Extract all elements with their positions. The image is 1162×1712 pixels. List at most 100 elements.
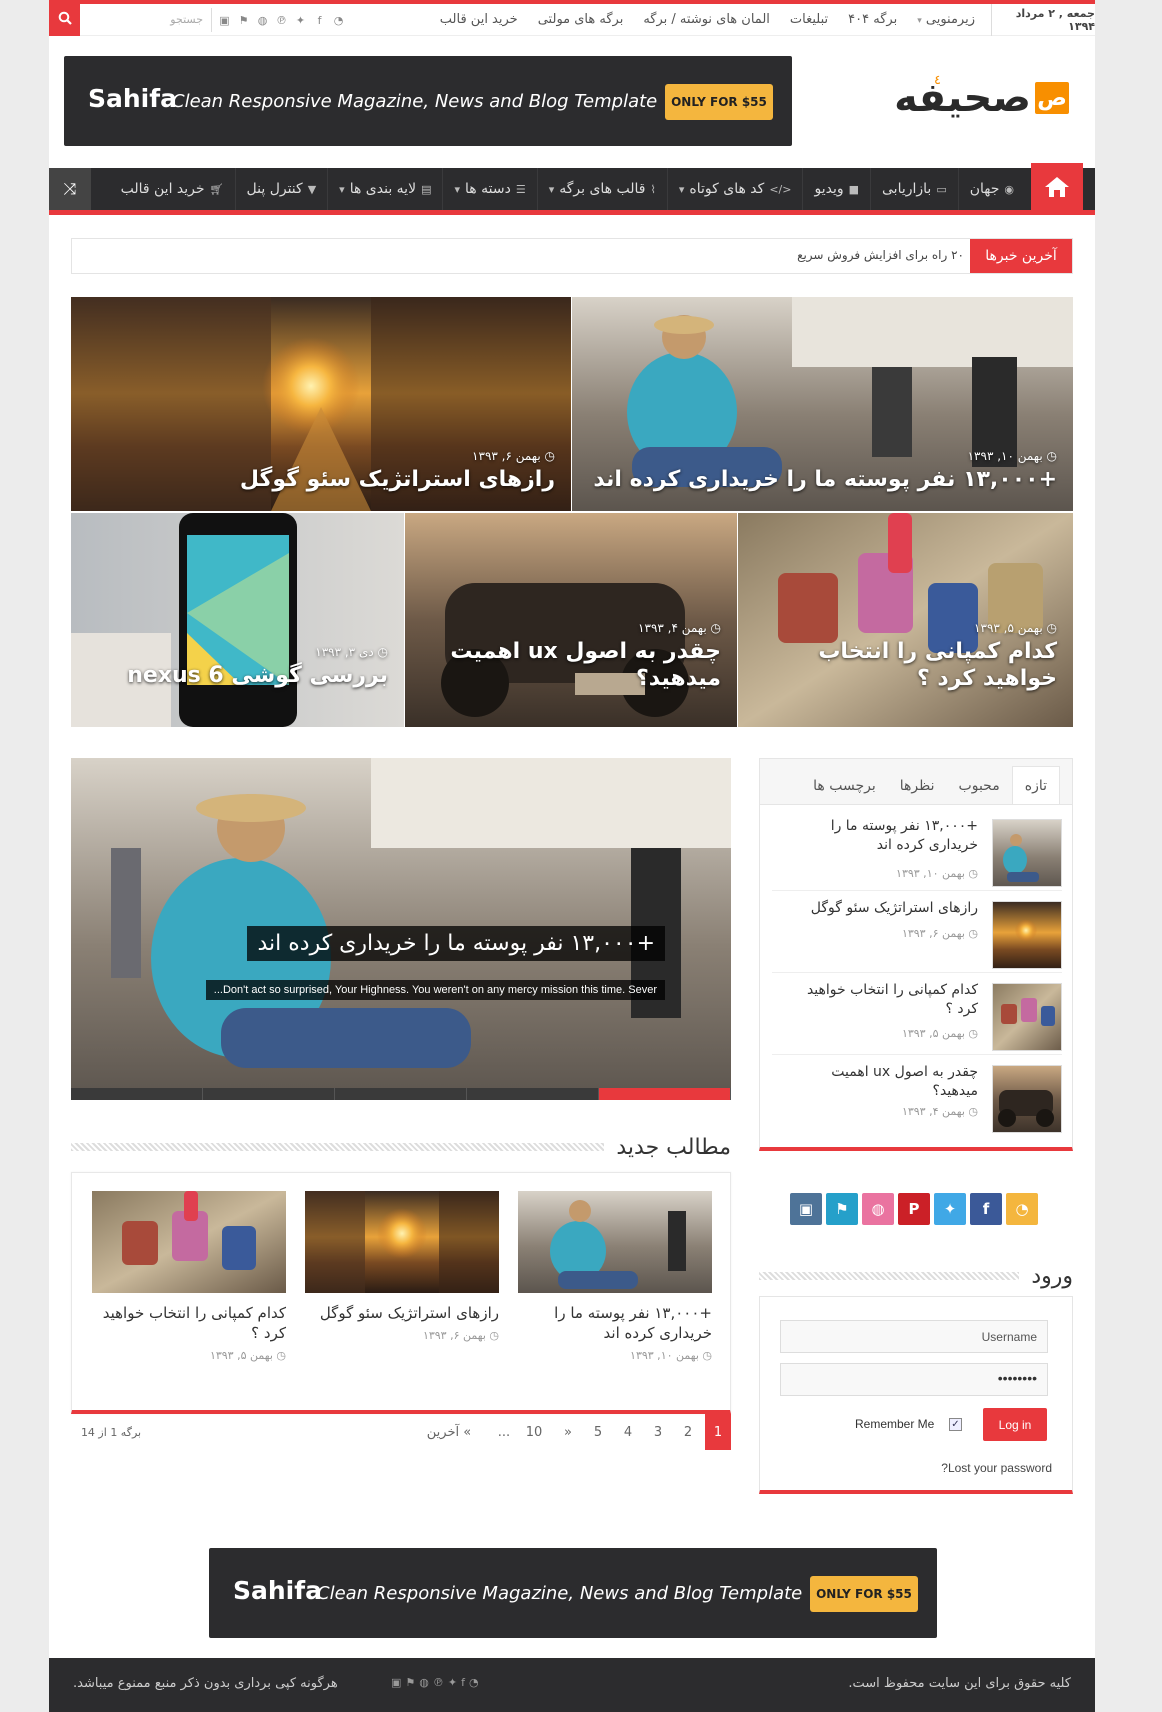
nav-item-marketing[interactable]: ▭ بازاریابی	[870, 168, 958, 210]
banner-buy-button[interactable]: ONLY FOR $55	[665, 84, 773, 120]
pinterest-icon[interactable]: ℗	[433, 1676, 444, 1689]
featured-post-2[interactable]: ◷ بهمن ۶, ۱۳۹۳ رازهای استراتژیک سئو گوگل	[71, 297, 571, 511]
foursquare-icon[interactable]: ⚑	[405, 1676, 415, 1689]
dribbble-icon[interactable]: ◍	[862, 1193, 894, 1225]
instagram-icon[interactable]: ▣	[217, 13, 232, 28]
top-menu-item[interactable]: زیرمنویی ▾	[917, 12, 975, 27]
featured-title[interactable]: +۱۳,۰۰۰ نفر پوسته ما را خریداری کرده اند	[593, 467, 1057, 492]
tab-popular[interactable]: محبوب	[947, 768, 1012, 804]
featured-post-1[interactable]: ◷ بهمن ۱۰, ۱۳۹۳ +۱۳,۰۰۰ نفر پوسته ما را …	[572, 297, 1073, 511]
foursquare-icon[interactable]: ⚑	[826, 1193, 858, 1225]
footer-ad-banner[interactable]: Sahifa Clean Responsive Magazine, News a…	[209, 1548, 937, 1638]
last-page-link[interactable]: آخرین «	[419, 1414, 479, 1450]
post-title[interactable]: +۱۳,۰۰۰ نفر پوسته ما را خریداری کرده اند	[518, 1303, 712, 1343]
home-button[interactable]	[1031, 163, 1083, 215]
nav-item-shortcodes[interactable]: </> کد های کوتاه ▾	[666, 168, 803, 210]
tab-tags[interactable]: برچسب ها	[801, 768, 888, 804]
featured-post-4[interactable]: ◷ بهمن ۴, ۱۳۹۳ چقدر به اصول ux اهمیت مید…	[405, 513, 737, 727]
page-link[interactable]: 10	[521, 1414, 547, 1450]
main-slider[interactable]: +۱۳,۰۰۰ نفر پوسته ما را خریداری کرده اند…	[71, 758, 731, 1100]
featured-post-5[interactable]: ◷ دی ۳, ۱۳۹۳ بررسی گوشی nexus 6	[71, 513, 404, 727]
search-button[interactable]	[49, 4, 80, 36]
post-thumbnail[interactable]	[992, 819, 1062, 887]
nav-item-world[interactable]: ◉ جهان	[957, 168, 1025, 210]
header-ad-banner[interactable]: Sahifa Clean Responsive Magazine, News a…	[64, 56, 792, 146]
rss-icon[interactable]: ◔	[1006, 1193, 1038, 1225]
page-link[interactable]: 2	[677, 1414, 699, 1450]
username-field[interactable]: Username	[780, 1320, 1048, 1353]
tab-recent[interactable]: تازه	[1011, 766, 1060, 804]
page-link[interactable]: 3	[647, 1414, 669, 1450]
slider-dot[interactable]	[71, 1088, 203, 1100]
sidebar-post[interactable]: کدام کمپانی را انتخاب خواهید کرد ؟ ◷ بهم…	[772, 975, 1062, 1055]
facebook-icon[interactable]: f	[461, 1676, 465, 1689]
login-button[interactable]: Log in	[983, 1408, 1047, 1441]
sidebar-post[interactable]: +۱۳,۰۰۰ نفر پوسته ما را خریداری کرده اند…	[772, 811, 1062, 891]
remember-checkbox[interactable]: ✓	[949, 1418, 962, 1431]
instagram-icon[interactable]: ▣	[790, 1193, 822, 1225]
random-post-button[interactable]: ⤨	[49, 168, 91, 210]
post-title[interactable]: رازهای استراتژیک سئو گوگل	[798, 899, 978, 918]
post-title[interactable]: چقدر به اصول ux اهمیت میدهید؟	[798, 1063, 978, 1101]
site-logo[interactable]: ص صحیفه ٤	[894, 73, 1069, 118]
twitter-icon[interactable]: ✦	[293, 13, 308, 28]
rss-icon[interactable]: ◔	[331, 13, 346, 28]
sidebar-post[interactable]: رازهای استراتژیک سئو گوگل ◷ بهمن ۶, ۱۳۹۳	[772, 893, 1062, 973]
pinterest-icon[interactable]: P	[898, 1193, 930, 1225]
slider-dot[interactable]	[203, 1088, 335, 1100]
top-menu-item[interactable]: المان های نوشته / برگه	[643, 12, 770, 27]
post-thumbnail[interactable]	[992, 901, 1062, 969]
next-page-link[interactable]: »	[557, 1414, 579, 1450]
recent-post[interactable]: +۱۳,۰۰۰ نفر پوسته ما را خریداری کرده اند…	[518, 1191, 712, 1362]
nav-item-control-panel[interactable]: ▼ کنترل پنل	[234, 168, 328, 210]
featured-title[interactable]: کدام کمپانی را انتخاب خواهید کرد ؟	[818, 639, 1057, 691]
slider-dot[interactable]	[467, 1088, 599, 1100]
nav-item-layouts[interactable]: ▤ لایه بندی ها ▾	[327, 168, 442, 210]
recent-post[interactable]: رازهای استراتژیک سئو گوگل ◷ بهمن ۶, ۱۳۹۳	[305, 1191, 499, 1342]
slider-dot-active[interactable]	[599, 1088, 731, 1100]
lost-password-link[interactable]: ?Lost your password	[941, 1461, 1052, 1475]
featured-title[interactable]: بررسی گوشی nexus 6	[127, 663, 388, 688]
post-title[interactable]: کدام کمپانی را انتخاب خواهید کرد ؟	[798, 981, 978, 1019]
post-thumbnail[interactable]	[518, 1191, 712, 1293]
password-field[interactable]: ••••••••	[780, 1363, 1048, 1396]
dribbble-icon[interactable]: ◍	[255, 13, 270, 28]
pinterest-icon[interactable]: ℗	[274, 13, 289, 28]
top-menu-item[interactable]: خرید این قالب	[440, 12, 518, 27]
post-thumbnail[interactable]	[992, 1065, 1062, 1133]
rss-icon[interactable]: ◔	[469, 1676, 479, 1689]
post-title[interactable]: رازهای استراتژیک سئو گوگل	[305, 1303, 499, 1323]
featured-post-3[interactable]: ◷ بهمن ۵, ۱۳۹۳ کدام کمپانی را انتخاب خوا…	[738, 513, 1073, 727]
nav-item-buy-theme[interactable]: 🛒︎ خرید این قالب	[110, 168, 235, 210]
page-link[interactable]: 5	[587, 1414, 609, 1450]
featured-title[interactable]: رازهای استراتژیک سئو گوگل	[240, 467, 555, 492]
slider-dot[interactable]	[335, 1088, 467, 1100]
top-menu-item[interactable]: برگه ۴۰۴	[848, 12, 897, 27]
post-thumbnail[interactable]	[992, 983, 1062, 1051]
foursquare-icon[interactable]: ⚑	[236, 13, 251, 28]
slider-title[interactable]: +۱۳,۰۰۰ نفر پوسته ما را خریداری کرده اند	[247, 926, 665, 961]
search-input[interactable]: جستجو	[82, 8, 212, 32]
tab-comments[interactable]: نظرها	[888, 768, 947, 804]
twitter-icon[interactable]: ✦	[448, 1676, 457, 1689]
nav-item-page-templates[interactable]: ⌇ قالب های برگه ▾	[536, 168, 667, 210]
top-menu-item[interactable]: تبلیغات	[790, 12, 828, 27]
page-link[interactable]: 4	[617, 1414, 639, 1450]
post-thumbnail[interactable]	[92, 1191, 286, 1293]
facebook-icon[interactable]: f	[312, 13, 327, 28]
instagram-icon[interactable]: ▣	[391, 1676, 401, 1689]
recent-post[interactable]: کدام کمپانی را انتخاب خواهید کرد ؟ ◷ بهم…	[92, 1191, 286, 1362]
dribbble-icon[interactable]: ◍	[419, 1676, 429, 1689]
ticker-item[interactable]: ۲۰ راه برای افزایش فروش سریع	[797, 248, 964, 262]
post-thumbnail[interactable]	[305, 1191, 499, 1293]
nav-item-categories[interactable]: ☰ دسته ها ▾	[442, 168, 536, 210]
facebook-icon[interactable]: f	[970, 1193, 1002, 1225]
top-menu-item[interactable]: برگه های مولتی	[538, 12, 624, 27]
post-title[interactable]: کدام کمپانی را انتخاب خواهید کرد ؟	[92, 1303, 286, 1343]
nav-item-video[interactable]: ■ ویدیو	[802, 168, 870, 210]
banner-buy-button[interactable]: ONLY FOR $55	[810, 1576, 918, 1612]
featured-title[interactable]: چقدر به اصول ux اهمیت میدهید؟	[450, 639, 721, 691]
post-title[interactable]: +۱۳,۰۰۰ نفر پوسته ما را خریداری کرده اند	[798, 817, 978, 855]
sidebar-post[interactable]: چقدر به اصول ux اهمیت میدهید؟ ◷ بهمن ۴, …	[772, 1057, 1062, 1137]
twitter-icon[interactable]: ✦	[934, 1193, 966, 1225]
